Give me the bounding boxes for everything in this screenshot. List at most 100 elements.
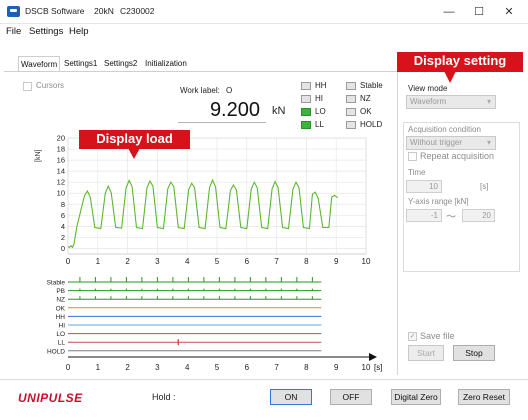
signal-name-label: HI xyxy=(59,323,66,330)
y-range-label: Y-axis range [kN] xyxy=(408,197,469,206)
waveform-x-tick-label: 0 xyxy=(66,257,71,264)
signal-name-label: Stable xyxy=(47,280,66,287)
window-title-capacity: 20kN xyxy=(94,6,114,16)
signal-x-ticks: 0 1 2 3 4 5 6 7 8 9 10 xyxy=(66,363,371,372)
waveform-y-ticks: 0 2 4 6 8 10 12 14 16 18 20 xyxy=(57,134,65,253)
time-axis-arrow-icon xyxy=(369,353,377,361)
footer-divider xyxy=(0,379,528,380)
time-input[interactable]: 10 xyxy=(406,180,442,193)
waveform-y-tick-label: 8 xyxy=(61,200,65,209)
menu-settings[interactable]: Settings xyxy=(29,24,63,40)
display-setting-callout: Display setting xyxy=(397,52,523,72)
lamp-stable-label: Stable xyxy=(360,81,383,90)
signal-x-axis-label: [s] xyxy=(374,363,382,372)
digital-zero-button[interactable]: Digital Zero xyxy=(391,389,441,405)
signal-x-tick-label: 5 xyxy=(215,363,220,372)
lamp-hh-icon xyxy=(301,82,311,90)
waveform-y-tick-label: 0 xyxy=(61,244,65,253)
lamp-stable-icon xyxy=(346,82,356,90)
waveform-y-tick-label: 10 xyxy=(57,189,65,198)
load-value: 9.200 xyxy=(209,99,260,121)
acquisition-label: Acquisition condition xyxy=(408,125,481,134)
tab-settings1[interactable]: Settings1 xyxy=(62,56,99,71)
lamp-hold-icon xyxy=(346,121,356,129)
signal-x-tick-label: 7 xyxy=(274,363,279,372)
waveform-y-tick-label: 4 xyxy=(61,222,65,231)
work-label-caption: Work label: xyxy=(180,86,220,95)
tab-settings2[interactable]: Settings2 xyxy=(102,56,139,71)
waveform-x-tick-label: 9 xyxy=(334,257,339,264)
lamp-ok-label: OK xyxy=(360,107,372,116)
signal-x-tick-label: 4 xyxy=(185,363,190,372)
close-button[interactable]: ✕ xyxy=(494,4,524,20)
signal-name-label: OK xyxy=(56,305,66,312)
start-button[interactable]: Start xyxy=(408,345,444,361)
lamp-lo-icon xyxy=(301,108,311,116)
y-range-min-input[interactable]: -1 xyxy=(406,209,442,222)
hold-on-button[interactable]: ON xyxy=(270,389,312,405)
display-setting-pointer-icon xyxy=(444,71,456,83)
title-bar: DSCB Software 20kN C230002 — ☐ ✕ xyxy=(0,0,528,24)
lamp-hh-label: HH xyxy=(315,81,327,90)
signal-name-label: HH xyxy=(56,314,66,321)
work-label-value: O xyxy=(226,86,233,95)
waveform-y-tick-label: 12 xyxy=(57,178,65,187)
waveform-x-tick-label: 1 xyxy=(96,257,101,264)
repeat-acquisition-checkbox[interactable] xyxy=(408,152,417,161)
waveform-x-tick-label: 3 xyxy=(155,257,160,264)
waveform-y-tick-label: 2 xyxy=(61,233,65,242)
signal-x-tick-label: 3 xyxy=(155,363,160,372)
save-file-checkbox[interactable]: ✓ xyxy=(408,332,417,341)
waveform-y-tick-label: 14 xyxy=(57,167,65,176)
repeat-acquisition-label: Repeat acquisition xyxy=(420,151,495,161)
waveform-x-tick-label: 6 xyxy=(245,257,250,264)
signal-x-tick-label: 6 xyxy=(245,363,250,372)
menu-bar: File Settings Help xyxy=(0,24,528,40)
time-label: Time xyxy=(408,168,426,177)
unipulse-logo: UNIPULSE xyxy=(18,391,83,405)
stop-button[interactable]: Stop xyxy=(453,345,495,361)
y-range-separator: 〜 xyxy=(446,212,456,223)
lamp-nz-label: NZ xyxy=(360,94,371,103)
y-range-max-input[interactable]: 20 xyxy=(462,209,495,222)
settings-panel-divider xyxy=(397,72,398,375)
signal-x-tick-label: 2 xyxy=(125,363,130,372)
signal-name-label: PB xyxy=(56,288,65,295)
zero-reset-button[interactable]: Zero Reset xyxy=(458,389,510,405)
hold-off-button[interactable]: OFF xyxy=(330,389,372,405)
load-unit: kN xyxy=(272,105,286,117)
lamp-ll-label: LL xyxy=(315,120,324,129)
view-mode-select[interactable]: Waveform xyxy=(406,95,496,109)
tab-waveform[interactable]: Waveform xyxy=(18,56,61,71)
waveform-y-axis-label: [kN] xyxy=(35,150,42,163)
cursors-checkbox[interactable] xyxy=(23,82,32,91)
lamp-lo-label: LO xyxy=(315,107,326,116)
lamp-hold-label: HOLD xyxy=(360,120,383,129)
lamp-ok-icon xyxy=(346,108,356,116)
acquisition-select[interactable]: Without trigger xyxy=(406,136,496,150)
minimize-button[interactable]: — xyxy=(434,4,464,20)
menu-file[interactable]: File xyxy=(6,24,21,40)
load-waveform-chart: 02468101214161820 0 1 2 3 4 5 6 7 8 9 10 [kN] xyxy=(35,134,371,265)
menu-help[interactable]: Help xyxy=(69,24,89,40)
maximize-button[interactable]: ☐ xyxy=(464,4,494,20)
save-file-label: Save file xyxy=(420,331,455,341)
lamp-hi-icon xyxy=(301,95,311,103)
signal-x-tick-label: 8 xyxy=(304,363,309,372)
signal-name-label: NZ xyxy=(56,297,65,304)
hold-label: Hold : xyxy=(152,392,176,402)
signal-x-tick-label: 1 xyxy=(96,363,101,372)
signal-name-label: LO xyxy=(56,331,65,338)
signal-timeline-chart: StablePB NZOK HH HILO LLHOLD 0 1 2 3 4 5 6 7 8 9 10 [s… xyxy=(47,277,382,372)
waveform-y-tick-label: 16 xyxy=(57,156,65,165)
waveform-x-tick-label: 7 xyxy=(274,257,279,264)
waveform-x-ticks: 0 1 2 3 4 5 6 7 8 9 10 xyxy=(66,257,371,264)
lamp-hi-label: HI xyxy=(315,94,323,103)
app-icon xyxy=(7,6,20,17)
waveform-y-tick-label: 18 xyxy=(57,145,65,154)
signal-rows: StablePB NZOK HH HILO LLHOLD xyxy=(47,277,322,355)
load-value-box: 9.200 xyxy=(178,99,266,123)
signal-x-tick-label: 10 xyxy=(362,363,371,372)
tab-initialization[interactable]: Initialization xyxy=(143,56,189,71)
waveform-y-tick-label: 20 xyxy=(57,134,65,143)
